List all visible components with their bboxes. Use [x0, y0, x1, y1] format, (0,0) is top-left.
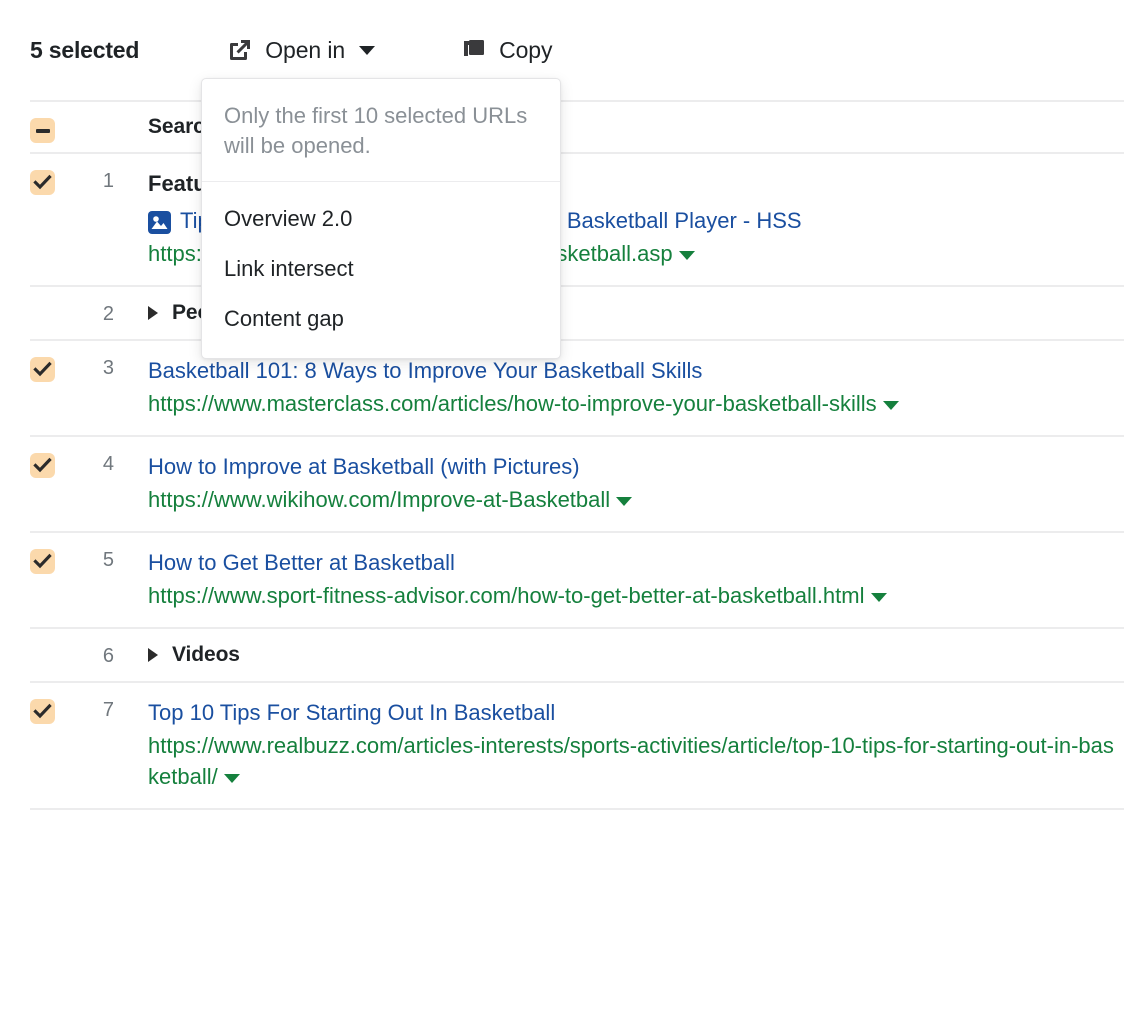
row-checkbox-cell — [30, 437, 76, 531]
result-title-link[interactable]: How to Get Better at Basketball — [148, 550, 455, 575]
result-url-line: https://www.wikihow.com/Improve-at-Baske… — [148, 484, 1124, 515]
row-position: 3 — [76, 341, 118, 435]
row-body: How to Get Better at Basketball https://… — [118, 533, 1124, 627]
open-in-dropdown-menu: Only the first 10 selected URLs will be … — [201, 78, 561, 359]
check-icon — [33, 702, 52, 721]
group-header-checkbox-cell — [30, 102, 76, 152]
table-row: 2 People also ask — [30, 285, 1124, 339]
result-url[interactable]: https://www.wikihow.com/Improve-at-Baske… — [148, 487, 610, 512]
row-checkbox[interactable] — [30, 699, 55, 724]
url-menu-caret-icon[interactable] — [871, 593, 887, 602]
serp-feature-label: Videos — [172, 643, 240, 667]
row-position: 6 — [76, 629, 118, 681]
result-url-line: https://www.realbuzz.com/articles-intere… — [148, 730, 1124, 792]
row-body: Top 10 Tips For Starting Out In Basketba… — [118, 683, 1124, 808]
dropdown-item-content-gap[interactable]: Content gap — [202, 294, 560, 344]
dropdown-item-list: Overview 2.0 Link intersect Content gap — [202, 182, 560, 358]
result-url[interactable]: https://www.realbuzz.com/articles-intere… — [148, 733, 1114, 789]
select-all-checkbox[interactable] — [30, 118, 55, 143]
row-position: 7 — [76, 683, 118, 808]
selection-toolbar: 5 selected Open in Copy — [0, 0, 1126, 100]
url-menu-caret-icon[interactable] — [679, 251, 695, 260]
open-in-button[interactable]: Open in — [227, 37, 375, 64]
dropdown-item-link-intersect[interactable]: Link intersect — [202, 244, 560, 294]
group-header-position — [76, 102, 118, 152]
row-position: 5 — [76, 533, 118, 627]
image-icon — [148, 211, 171, 234]
row-position: 1 — [76, 154, 118, 285]
result-url[interactable]: https://www.masterclass.com/articles/how… — [148, 391, 877, 416]
row-checkbox[interactable] — [30, 549, 55, 574]
row-checkbox-cell — [30, 533, 76, 627]
indeterminate-dash-icon — [36, 129, 50, 133]
table-row: 7 Top 10 Tips For Starting Out In Basket… — [30, 681, 1124, 808]
row-checkbox-cell — [30, 683, 76, 808]
result-title-link[interactable]: Basketball 101: 8 Ways to Improve Your B… — [148, 358, 702, 383]
open-in-label: Open in — [265, 37, 345, 64]
group-header-row: Search results — [30, 100, 1124, 152]
row-checkbox[interactable] — [30, 170, 55, 195]
dropdown-note: Only the first 10 selected URLs will be … — [202, 79, 560, 182]
row-checkbox[interactable] — [30, 357, 55, 382]
copy-label: Copy — [499, 37, 552, 64]
table-row: 6 Videos — [30, 627, 1124, 681]
url-menu-caret-icon[interactable] — [616, 497, 632, 506]
table-row: 1 Featured snippet Tips to Improve Your … — [30, 152, 1124, 285]
table-row: 4 How to Improve at Basketball (with Pic… — [30, 435, 1124, 531]
row-position: 4 — [76, 437, 118, 531]
row-checkbox-cell — [30, 287, 76, 339]
url-menu-caret-icon[interactable] — [224, 774, 240, 783]
check-icon — [33, 552, 52, 571]
row-body: How to Improve at Basketball (with Pictu… — [118, 437, 1124, 531]
copy-button[interactable]: Copy — [461, 37, 552, 64]
expand-triangle-icon[interactable] — [148, 648, 158, 662]
row-position: 2 — [76, 287, 118, 339]
expand-triangle-icon[interactable] — [148, 306, 158, 320]
check-icon — [33, 456, 52, 475]
chevron-down-icon[interactable] — [359, 46, 375, 55]
result-url-line: https://www.sport-fitness-advisor.com/ho… — [148, 580, 1124, 611]
row-checkbox-cell — [30, 629, 76, 681]
dropdown-item-overview[interactable]: Overview 2.0 — [202, 194, 560, 244]
external-link-icon — [227, 37, 253, 63]
result-url[interactable]: https://www.sport-fitness-advisor.com/ho… — [148, 583, 865, 608]
check-icon — [33, 173, 52, 192]
row-checkbox-cell — [30, 154, 76, 285]
row-checkbox[interactable] — [30, 453, 55, 478]
selected-count-label: 5 selected — [30, 37, 139, 64]
row-body: Videos — [118, 629, 1124, 681]
table-row: 3 Basketball 101: 8 Ways to Improve Your… — [30, 339, 1124, 435]
table-row: 5 How to Get Better at Basketball https:… — [30, 531, 1124, 627]
row-checkbox-cell — [30, 341, 76, 435]
result-url-line: https://www.masterclass.com/articles/how… — [148, 388, 1124, 419]
check-icon — [33, 360, 52, 379]
copy-icon — [461, 37, 487, 63]
result-title-link[interactable]: How to Improve at Basketball (with Pictu… — [148, 454, 580, 479]
result-title-link[interactable]: Top 10 Tips For Starting Out In Basketba… — [148, 700, 555, 725]
serp-results-list: Search results 1 Featured snippet Ti — [0, 100, 1126, 810]
url-menu-caret-icon[interactable] — [883, 401, 899, 410]
list-bottom-divider — [30, 808, 1124, 810]
